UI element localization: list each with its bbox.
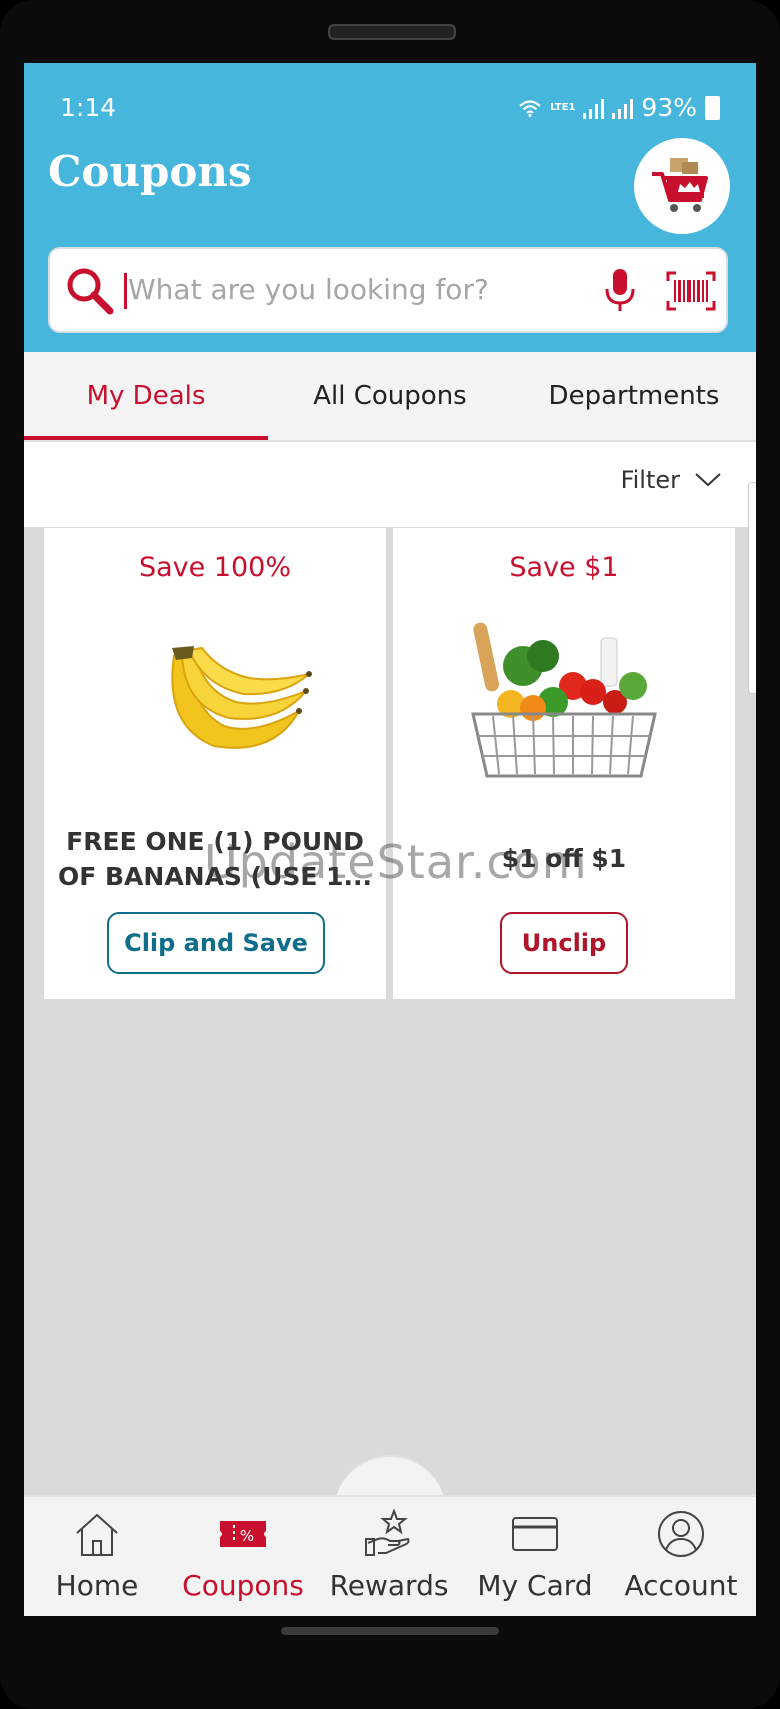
status-icons: LTE1 93% — [518, 93, 720, 122]
coupon-card[interactable]: Save 100% FREE ONE (1) POUND OF BANANAS … — [44, 528, 386, 999]
coupon-card[interactable]: Save $1 $1 off $1 Unclip — [393, 528, 735, 999]
coupon-icon: % — [220, 1521, 266, 1547]
nav-home[interactable]: Home — [24, 1497, 170, 1616]
page-title: Coupons — [48, 147, 252, 196]
nav-label: Account — [624, 1569, 738, 1602]
bananas-image — [171, 646, 312, 749]
search-bar[interactable] — [48, 247, 728, 333]
nav-rewards[interactable]: Rewards — [316, 1497, 462, 1616]
cart-icon — [652, 158, 708, 212]
home-indicator — [281, 1627, 499, 1635]
signal-icon-2 — [612, 97, 634, 119]
nav-account[interactable]: Account — [608, 1497, 754, 1616]
rewards-icon — [365, 1509, 410, 1556]
nav-label: Home — [55, 1569, 139, 1602]
battery-percent: 93% — [641, 93, 697, 122]
watermark: UpdateStar.com — [204, 835, 588, 889]
nav-coupons[interactable]: % Coupons — [170, 1497, 316, 1616]
lte-label: LTE1 — [550, 101, 576, 113]
wifi-icon — [519, 99, 541, 117]
tab-departments[interactable]: Departments — [512, 352, 756, 440]
home-icon — [76, 1513, 118, 1556]
tab-all-coupons[interactable]: All Coupons — [268, 352, 512, 440]
search-icon — [67, 268, 114, 315]
app-screen: 1:14 LTE1 93% Coupons What are you looki… — [24, 63, 756, 1616]
nav-label: Rewards — [329, 1569, 449, 1602]
filter-label: Filter — [620, 466, 680, 494]
scrollbar[interactable] — [748, 482, 756, 694]
nav-label: Coupons — [182, 1569, 304, 1602]
signal-icon — [583, 97, 605, 119]
microphone-icon[interactable] — [602, 267, 638, 315]
search-input[interactable] — [128, 259, 538, 319]
active-tab-indicator — [24, 436, 268, 440]
nav-my-card[interactable]: My Card — [462, 1497, 608, 1616]
status-time: 1:14 — [60, 93, 117, 122]
coupon-savings: Save 100% — [138, 552, 292, 583]
coupon-savings: Save $1 — [509, 552, 619, 583]
nav-label: My Card — [477, 1569, 593, 1602]
cart-button[interactable] — [634, 138, 730, 234]
deal-tabs: My Deals All Coupons Departments — [24, 352, 756, 442]
speaker-grille — [328, 24, 456, 40]
header: 1:14 LTE1 93% Coupons — [24, 63, 756, 352]
svg-text:%: % — [240, 1527, 254, 1545]
bottom-navigation: Home % Coupons Rewards My Card Account — [24, 1495, 756, 1616]
unclip-button[interactable]: Unclip — [500, 912, 628, 974]
chevron-down-icon — [695, 473, 721, 487]
clip-and-save-button[interactable]: Clip and Save — [107, 912, 325, 974]
phone-frame: 1:14 LTE1 93% Coupons What are you looki… — [0, 0, 780, 1709]
filter-button[interactable]: Filter — [621, 466, 722, 494]
barcode-scan-icon[interactable] — [666, 271, 716, 311]
card-icon — [512, 1517, 558, 1551]
filter-bar: Filter — [24, 442, 756, 527]
tab-my-deals[interactable]: My Deals — [24, 352, 268, 440]
text-cursor — [124, 273, 127, 309]
account-icon — [658, 1511, 704, 1557]
battery-icon — [705, 95, 720, 120]
grocery-basket-image — [471, 622, 657, 778]
